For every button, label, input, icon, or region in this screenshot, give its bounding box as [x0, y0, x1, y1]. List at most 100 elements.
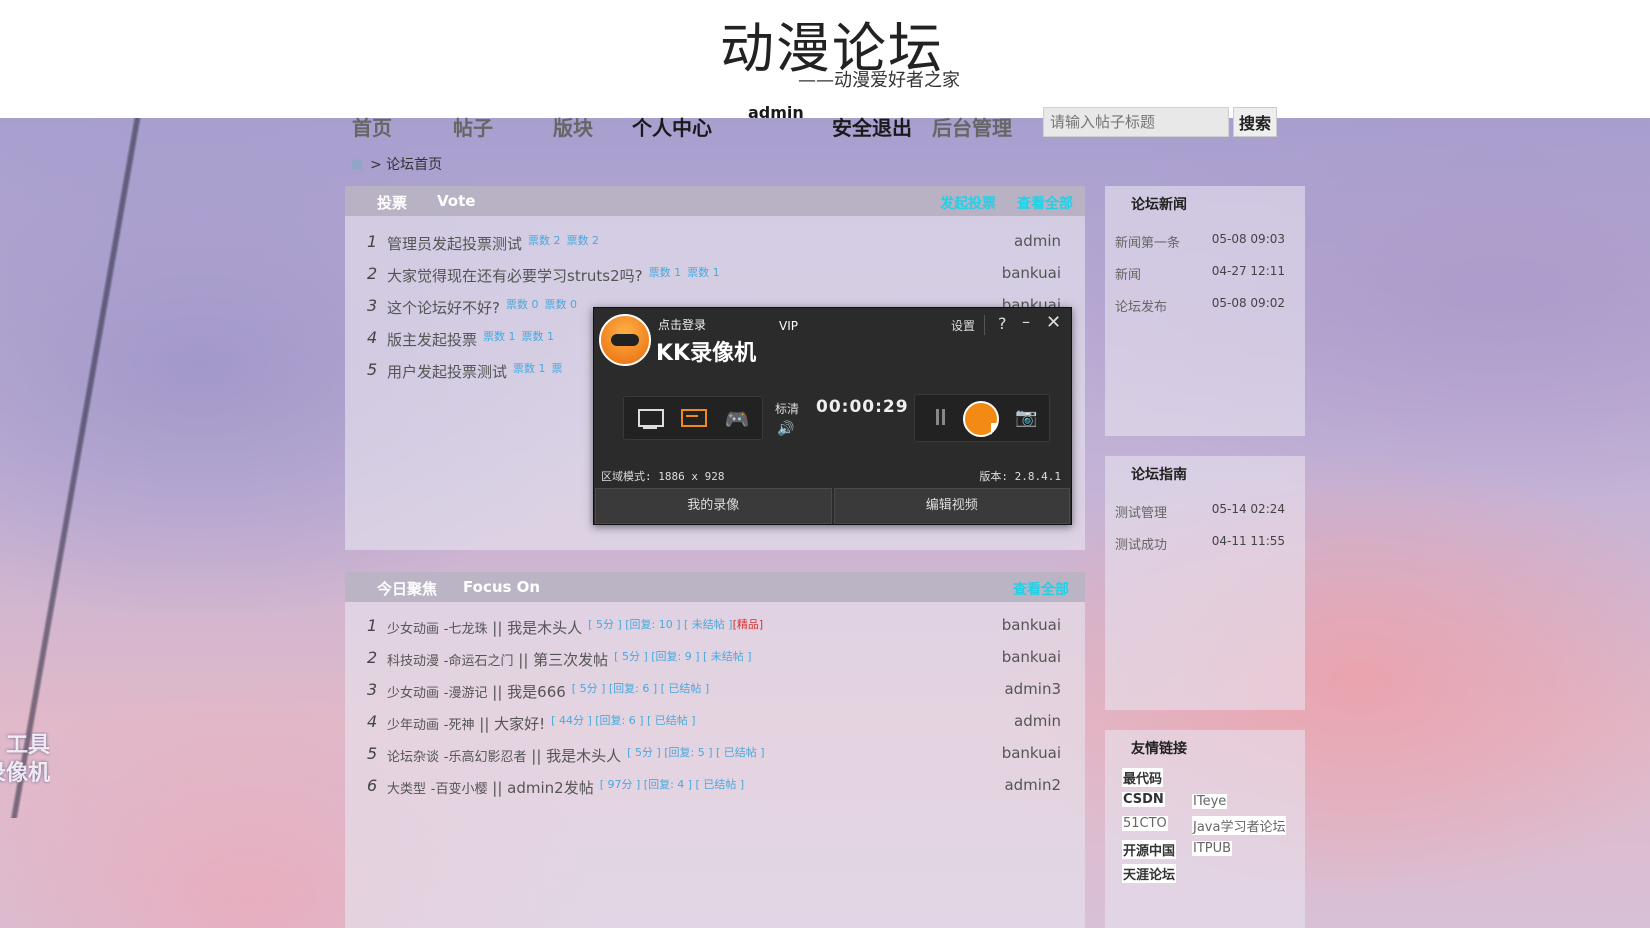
row-author[interactable]: admin	[1014, 712, 1061, 730]
link-51cto[interactable]: 51CTO	[1122, 816, 1168, 831]
news-item[interactable]: 论坛发布 05-08 09:02	[1115, 296, 1295, 315]
record-controls: 📷	[914, 394, 1050, 442]
vote-count: 票数 1	[513, 362, 546, 375]
help-icon[interactable]: ?	[998, 314, 1007, 333]
vote-title[interactable]: 管理员发起投票测试	[387, 235, 522, 253]
link-oschina[interactable]: 开源中国	[1122, 840, 1177, 859]
link-csdn[interactable]: CSDN	[1122, 792, 1165, 807]
post-category[interactable]: 少年动画	[387, 718, 439, 733]
row-number: 5	[367, 744, 378, 763]
nav-home[interactable]: 首页	[352, 112, 392, 141]
link-zuidaima[interactable]: 最代码	[1122, 768, 1164, 787]
vote-title-link[interactable]: 版主发起投票 票数 1 票数 1	[387, 328, 554, 350]
edit-video-button[interactable]: 编辑视频	[833, 488, 1070, 524]
news-item-title[interactable]: 新闻	[1115, 268, 1141, 283]
region-mode-icon[interactable]	[679, 406, 709, 432]
guide-item-title[interactable]: 测试成功	[1115, 538, 1167, 553]
post-row: 2 科技动漫 -命运石之门 || 第三次发帖[ 5分 ] [回复: 9 ] [ …	[345, 648, 1085, 678]
post-board[interactable]: -乐高幻影忍者	[444, 750, 527, 765]
post-title[interactable]: 我是木头人	[546, 747, 621, 765]
vote-title[interactable]: 这个论坛好不好?	[387, 299, 500, 317]
fullscreen-mode-icon[interactable]	[636, 406, 666, 432]
search-input[interactable]	[1043, 107, 1229, 137]
vote-title-link[interactable]: 用户发起投票测试 票数 1 票	[387, 360, 563, 382]
post-board[interactable]: -百变小樱	[431, 782, 488, 797]
guide-item[interactable]: 测试管理 05-14 02:24	[1115, 502, 1295, 521]
close-icon[interactable]: ✕	[1046, 312, 1061, 333]
row-author[interactable]: bankuai	[1002, 648, 1061, 666]
guide-item[interactable]: 测试成功 04-11 11:55	[1115, 534, 1295, 553]
nav-username[interactable]: admin	[748, 103, 804, 122]
vote-title[interactable]: 用户发起投票测试	[387, 363, 507, 381]
post-category[interactable]: 大类型	[387, 782, 426, 797]
link-java-forum[interactable]: Java学习者论坛	[1192, 816, 1287, 835]
vote-view-all-link[interactable]: 查看全部	[1017, 193, 1073, 213]
quality-selector[interactable]: 标清	[775, 400, 799, 417]
vote-title[interactable]: 大家觉得现在还有必要学习struts2吗?	[387, 267, 643, 285]
news-item-title[interactable]: 新闻第一条	[1115, 236, 1180, 251]
post-title-group: 科技动漫 -命运石之门 || 第三次发帖[ 5分 ] [回复: 9 ] [ 未结…	[387, 650, 752, 669]
vote-count: 票数 1	[648, 266, 682, 279]
news-item[interactable]: 新闻第一条 05-08 09:03	[1115, 232, 1295, 251]
search-button[interactable]: 搜索	[1233, 107, 1277, 137]
focus-panel-header: 今日聚焦 Focus On 查看全部	[345, 572, 1085, 602]
link-itpub[interactable]: ITPUB	[1192, 841, 1233, 856]
nav-boards[interactable]: 版块	[553, 112, 593, 141]
post-category[interactable]: 少女动画	[387, 686, 439, 701]
recorder-vip-badge[interactable]: VIP	[779, 319, 798, 333]
row-author[interactable]: admin	[1014, 232, 1061, 250]
post-title-group: 少女动画 -七龙珠 || 我是木头人[ 5分 ] [回复: 10 ] [ 未结帖…	[387, 618, 764, 637]
post-title[interactable]: 第三次发帖	[533, 651, 608, 669]
nav-profile[interactable]: 个人中心	[632, 112, 712, 141]
volume-icon[interactable]: 🔊	[777, 421, 794, 437]
post-category[interactable]: 论坛杂谈	[387, 750, 439, 765]
post-category[interactable]: 科技动漫	[387, 654, 439, 669]
row-author[interactable]: admin3	[1004, 680, 1061, 698]
post-category[interactable]: 少女动画	[387, 622, 439, 637]
post-title[interactable]: 我是666	[507, 683, 566, 701]
post-title[interactable]: admin2发帖	[507, 779, 594, 797]
recorder-login-link[interactable]: 点击登录	[658, 316, 706, 333]
home-icon[interactable]	[350, 158, 364, 170]
my-videos-button[interactable]: 我的录像	[595, 488, 832, 524]
post-board[interactable]: -命运石之门	[444, 654, 514, 669]
guide-item-title[interactable]: 测试管理	[1115, 506, 1167, 521]
post-board[interactable]: -漫游记	[444, 686, 488, 701]
row-number: 6	[367, 776, 378, 795]
camera-icon[interactable]: 📷	[1015, 407, 1037, 428]
guide-panel: 论坛指南 测试管理 05-14 02:24 测试成功 04-11 11:55	[1105, 456, 1305, 710]
news-item[interactable]: 新闻 04-27 12:11	[1115, 264, 1295, 283]
row-author[interactable]: bankuai	[1002, 744, 1061, 762]
row-author[interactable]: admin2	[1004, 776, 1061, 794]
row-author[interactable]: bankuai	[1002, 616, 1061, 634]
pause-icon[interactable]	[935, 409, 947, 427]
post-title[interactable]: 大家好!	[494, 715, 545, 733]
link-tianya[interactable]: 天涯论坛	[1122, 864, 1177, 883]
vote-title-link[interactable]: 这个论坛好不好? 票数 0 票数 0	[387, 296, 577, 318]
post-title[interactable]: 我是木头人	[507, 619, 582, 637]
vote-title[interactable]: 版主发起投票	[387, 331, 477, 349]
post-board[interactable]: -七龙珠	[444, 622, 488, 637]
nav-logout[interactable]: 安全退出	[832, 112, 912, 141]
region-mode-info: 区域模式: 1886 x 928	[601, 470, 725, 483]
vote-title-link[interactable]: 管理员发起投票测试 票数 2 票数 2	[387, 232, 599, 254]
news-item-title[interactable]: 论坛发布	[1115, 300, 1167, 315]
nav-admin[interactable]: 后台管理	[932, 112, 1012, 141]
news-item-date: 04-27 12:11	[1211, 264, 1285, 278]
nav-posts[interactable]: 帖子	[453, 112, 493, 141]
start-vote-link[interactable]: 发起投票	[940, 193, 996, 213]
news-panel: 论坛新闻 新闻第一条 05-08 09:03 新闻 04-27 12:11 论坛发布…	[1105, 186, 1305, 436]
vote-title-link[interactable]: 大家觉得现在还有必要学习struts2吗? 票数 1 票数 1	[387, 264, 720, 286]
breadcrumb-label[interactable]: > 论坛首页	[370, 157, 442, 173]
row-number: 3	[367, 296, 378, 315]
link-iteye[interactable]: ITeye	[1192, 794, 1228, 809]
minimize-icon[interactable]: –	[1022, 312, 1030, 331]
site-subtitle: ——动漫爱好者之家	[798, 70, 960, 91]
row-author[interactable]: bankuai	[1002, 264, 1061, 282]
game-mode-icon[interactable]: 🎮	[722, 406, 752, 432]
recorder-settings-button[interactable]: 设置	[951, 317, 975, 334]
post-title-group: 少女动画 -漫游记 || 我是666[ 5分 ] [回复: 6 ] [ 已结帖 …	[387, 682, 710, 701]
post-board[interactable]: -死神	[444, 718, 475, 733]
post-row: 5 论坛杂谈 -乐高幻影忍者 || 我是木头人[ 5分 ] [回复: 5 ] […	[345, 744, 1085, 774]
focus-view-all-link[interactable]: 查看全部	[1013, 579, 1069, 599]
